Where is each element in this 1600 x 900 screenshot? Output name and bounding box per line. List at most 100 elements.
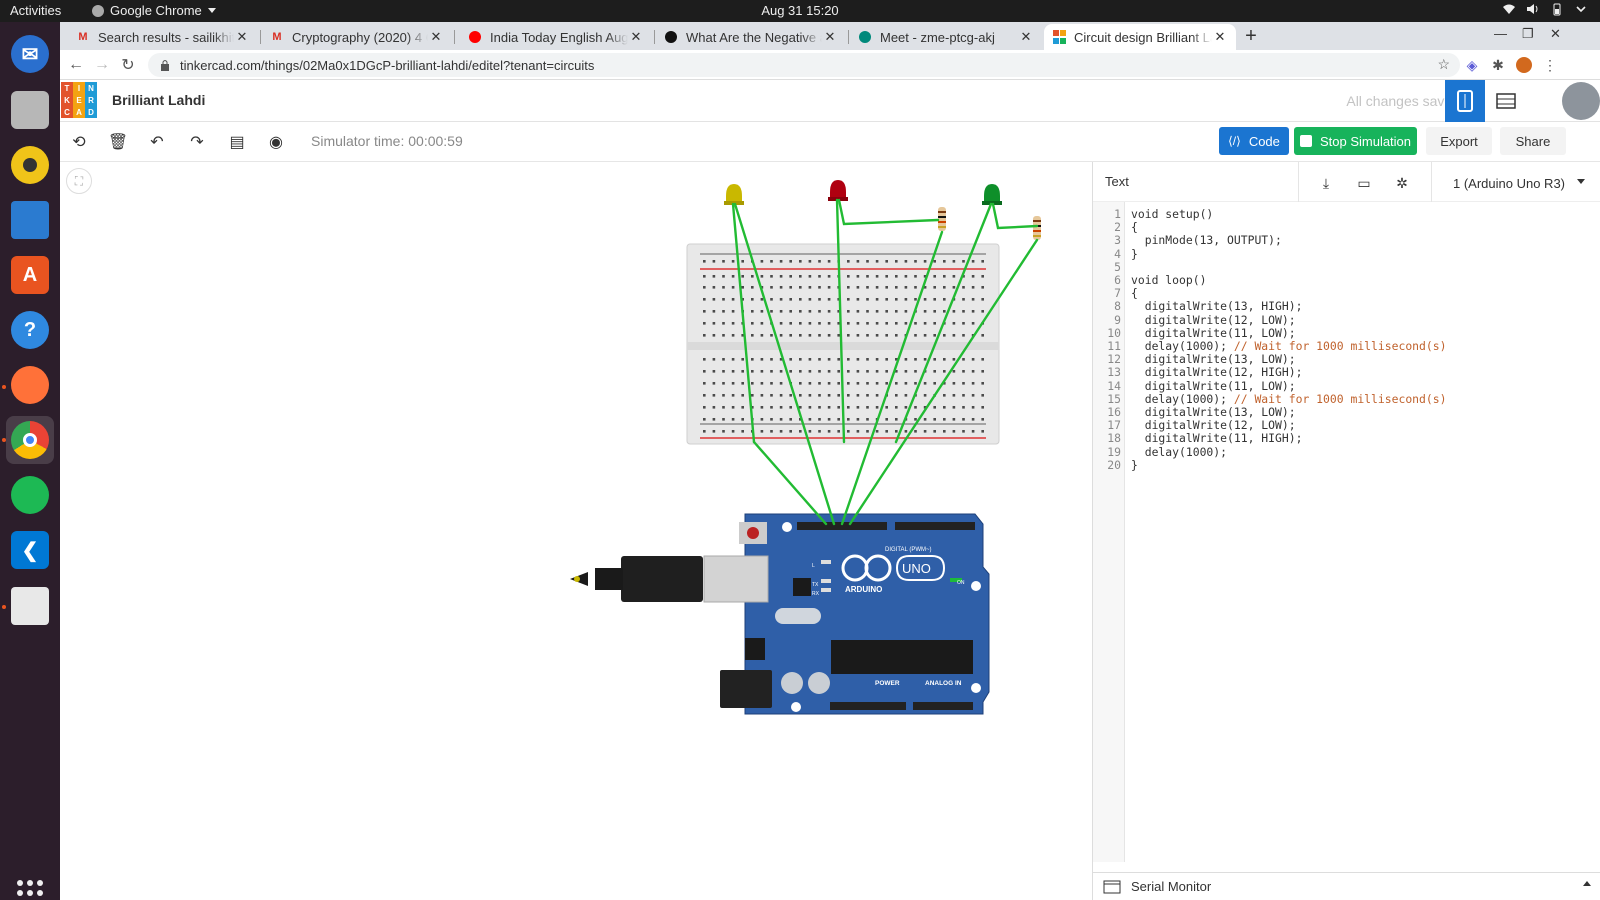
- component-list-button[interactable]: [1486, 80, 1526, 122]
- menu-icon[interactable]: ⋮: [1540, 55, 1560, 75]
- translate-extension-icon[interactable]: ◈: [1462, 55, 1482, 75]
- breadboard-hole: [981, 358, 984, 361]
- wire[interactable]: [837, 198, 940, 226]
- breadboard-hole: [943, 418, 946, 421]
- download-icon[interactable]: ⤓: [1313, 170, 1339, 196]
- chrome-launcher[interactable]: [6, 416, 54, 464]
- minimize-icon[interactable]: —: [1494, 26, 1507, 41]
- breadboard-hole: [962, 394, 965, 397]
- redo-icon[interactable]: ↷: [186, 131, 208, 153]
- clock[interactable]: Aug 31 15:20: [761, 3, 838, 18]
- breadboard-hole: [818, 260, 821, 263]
- breadboard-hole: [914, 322, 917, 325]
- serial-monitor-bar[interactable]: Serial Monitor: [1093, 872, 1600, 900]
- breadboard-hole: [722, 406, 725, 409]
- rhythmbox-launcher[interactable]: [6, 141, 54, 189]
- software-launcher[interactable]: A: [6, 251, 54, 299]
- code-mode-select[interactable]: Text: [1105, 174, 1129, 189]
- breadboard-hole: [943, 310, 946, 313]
- browser-tab[interactable]: What Are the Negative an ✕: [656, 24, 846, 50]
- arduino-uno-board[interactable]: ARDUINO UNO DIGITAL (PWM~) POWER ANALOG …: [570, 513, 990, 715]
- extensions-icon[interactable]: ✱: [1488, 55, 1508, 75]
- circuit-view-button[interactable]: [1445, 80, 1485, 122]
- rotate-icon[interactable]: ⟲: [68, 131, 90, 153]
- browser-tab-active[interactable]: Circuit design Brilliant La ✕: [1044, 24, 1236, 50]
- breadboard-hole: [808, 275, 812, 278]
- activities-button[interactable]: Activities: [10, 3, 61, 18]
- new-tab-button[interactable]: +: [1240, 25, 1262, 47]
- code-button[interactable]: ⟨/⟩ Code: [1219, 127, 1289, 155]
- breadboard-hole: [779, 394, 783, 397]
- restore-icon[interactable]: ❐: [1522, 26, 1534, 42]
- wire[interactable]: [752, 440, 828, 526]
- save-status: All changes saved: [1346, 93, 1460, 109]
- close-icon[interactable]: ✕: [428, 29, 444, 45]
- close-icon[interactable]: ✕: [1212, 29, 1228, 45]
- thunderbird-launcher[interactable]: ✉: [6, 30, 54, 78]
- breadboard-hole: [760, 310, 764, 313]
- star-icon[interactable]: ☆: [1437, 56, 1450, 73]
- user-avatar[interactable]: [1562, 82, 1600, 120]
- breadboard-hole: [847, 322, 850, 325]
- circuit-drawing: ARDUINO UNO DIGITAL (PWM~) POWER ANALOG …: [570, 180, 1041, 715]
- led-green[interactable]: [982, 184, 1002, 205]
- breadboard-hole: [808, 310, 812, 313]
- code-statement: digitalWrite(12, LOW);: [1131, 312, 1296, 327]
- back-icon[interactable]: ←: [66, 55, 86, 75]
- browser-tab[interactable]: M Cryptography (2020) 4 CSE ✕: [262, 24, 452, 50]
- files-launcher[interactable]: [6, 86, 54, 134]
- wire[interactable]: [991, 202, 1039, 230]
- document-viewer-launcher[interactable]: [6, 582, 54, 630]
- close-window-icon[interactable]: ✕: [1550, 26, 1561, 42]
- vscode-launcher[interactable]: ❮: [6, 526, 54, 574]
- delete-icon[interactable]: 🗑: [107, 131, 129, 153]
- notes-icon[interactable]: ▤: [226, 131, 248, 153]
- close-icon[interactable]: ✕: [822, 29, 838, 45]
- help-launcher[interactable]: ?: [6, 306, 54, 354]
- device-select[interactable]: 1 (Arduino Uno R3): [1443, 170, 1595, 196]
- breadboard-hole: [875, 286, 879, 289]
- circuit-canvas[interactable]: ⛶ ARDUINO UNO DIGITAL (PWM~) POWER ANALO…: [60, 162, 1092, 900]
- resistor[interactable]: [1033, 216, 1041, 240]
- logo-letter: N: [85, 82, 97, 94]
- browser-tab[interactable]: Meet - zme-ptcg-akj ✕: [850, 24, 1042, 50]
- reload-icon[interactable]: ↻: [118, 55, 138, 75]
- share-button[interactable]: Share: [1500, 127, 1566, 155]
- breadboard-hole: [866, 334, 869, 337]
- debugger-bug-icon[interactable]: ✲: [1389, 170, 1415, 196]
- tinkercad-logo[interactable]: TINKERCAD: [61, 82, 97, 118]
- code-editor[interactable]: 1 void setup() 2{3 pinMode(13, OUTPUT); 4} 5…: [1093, 202, 1600, 862]
- led-red[interactable]: [828, 180, 848, 201]
- close-icon[interactable]: ✕: [234, 29, 250, 45]
- firefox-launcher[interactable]: [6, 361, 54, 409]
- breadboard-hole: [799, 382, 802, 385]
- visibility-icon[interactable]: ◉: [265, 131, 287, 153]
- browser-tab[interactable]: India Today English Aug 1 ✕: [460, 24, 652, 50]
- undo-icon[interactable]: ↶: [146, 131, 168, 153]
- close-icon[interactable]: ✕: [1018, 29, 1034, 45]
- browser-tab[interactable]: M Search results - sailikhith ✕: [68, 24, 258, 50]
- breadboard-hole: [971, 406, 975, 409]
- breadboard-hole: [741, 370, 744, 373]
- chevron-up-icon[interactable]: [1583, 881, 1591, 886]
- libraries-icon[interactable]: ▭: [1351, 170, 1377, 196]
- breadboard-hole: [885, 382, 888, 385]
- system-tray[interactable]: [1502, 2, 1588, 16]
- breadboard-hole: [866, 298, 869, 301]
- writer-launcher[interactable]: [6, 196, 54, 244]
- profile-icon[interactable]: [1514, 55, 1534, 75]
- show-applications-icon[interactable]: [17, 880, 43, 900]
- breadboard-hole: [799, 430, 802, 433]
- close-icon[interactable]: ✕: [628, 29, 644, 45]
- code-text: pinMode(13, OUTPUT);: [1131, 234, 1282, 247]
- address-bar[interactable]: tinkercad.com/things/02Ma0x1DGcP-brillia…: [148, 53, 1460, 77]
- app-menu[interactable]: Google Chrome: [92, 3, 216, 18]
- forward-icon[interactable]: →: [92, 55, 112, 75]
- design-name[interactable]: Brilliant Lahdi: [112, 92, 205, 108]
- stop-simulation-button[interactable]: Stop Simulation: [1294, 127, 1417, 155]
- resistor[interactable]: [938, 207, 946, 231]
- led-yellow[interactable]: [724, 184, 744, 205]
- spotify-launcher[interactable]: [6, 471, 54, 519]
- breadboard-hole: [962, 406, 965, 409]
- export-button[interactable]: Export: [1426, 127, 1492, 155]
